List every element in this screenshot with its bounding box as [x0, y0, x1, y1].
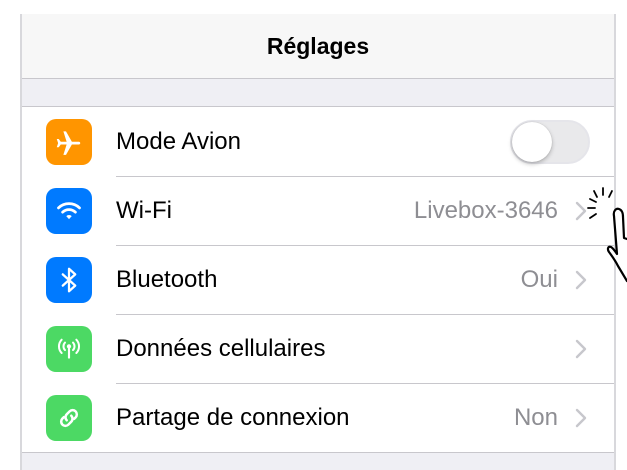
bluetooth-status: Oui — [520, 266, 558, 293]
settings-row-wifi[interactable]: Wi-Fi Livebox-3646 — [22, 176, 614, 245]
toggle-knob — [512, 122, 552, 162]
chevron-right-icon — [575, 408, 587, 428]
settings-row-cellular-data[interactable]: Données cellulaires — [22, 314, 614, 383]
row-label: Mode Avion — [116, 128, 241, 155]
row-label: Bluetooth — [116, 266, 218, 293]
row-label: Wi-Fi — [116, 197, 172, 224]
cellular-antenna-icon — [46, 326, 92, 372]
wifi-network-name: Livebox-3646 — [413, 197, 558, 224]
page-title: Réglages — [266, 32, 370, 59]
link-chain-icon — [46, 395, 92, 441]
settings-screen: Réglages Mode Avion Wi-Fi Livebox-3646 B… — [20, 14, 616, 470]
settings-row-personal-hotspot[interactable]: Partage de connexion Non — [22, 383, 614, 452]
settings-group-connectivity: Mode Avion Wi-Fi Livebox-3646 Bluetooth … — [22, 106, 614, 453]
screenshot-stage: Réglages Mode Avion Wi-Fi Livebox-3646 B… — [0, 0, 627, 470]
wifi-icon — [46, 188, 92, 234]
airplane-icon — [46, 119, 92, 165]
pointing-hand-tap-icon — [587, 187, 627, 283]
hotspot-status: Non — [513, 404, 558, 431]
settings-row-airplane-mode: Mode Avion — [22, 107, 614, 176]
navigation-bar: Réglages — [22, 14, 614, 79]
row-label: Données cellulaires — [116, 335, 326, 362]
bluetooth-icon — [46, 257, 92, 303]
settings-row-bluetooth[interactable]: Bluetooth Oui — [22, 245, 614, 314]
row-label: Partage de connexion — [116, 404, 350, 431]
chevron-right-icon — [575, 339, 587, 359]
airplane-mode-toggle[interactable] — [510, 120, 590, 164]
